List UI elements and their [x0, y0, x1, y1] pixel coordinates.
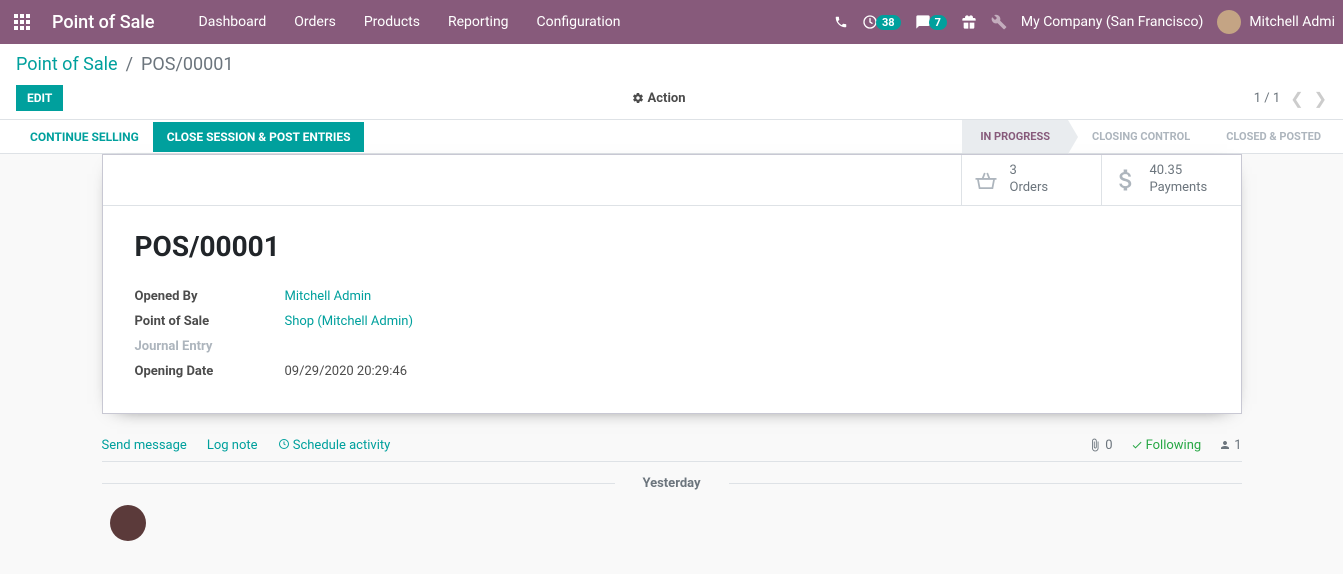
stat-orders-count: 3: [1010, 163, 1049, 180]
chatter: Send message Log note Schedule activity …: [102, 414, 1242, 555]
nav-item-orders[interactable]: Orders: [282, 8, 348, 36]
breadcrumb: Point of Sale / POS/00001: [16, 54, 233, 75]
user-name: Mitchell Admi: [1249, 14, 1335, 30]
field-group: Opened By Mitchell Admin Point of Sale S…: [135, 287, 1209, 381]
nav-item-dashboard[interactable]: Dashboard: [187, 8, 279, 36]
stat-orders-label: Orders: [1010, 180, 1049, 197]
stat-row: 3 Orders 40.35 Payments: [103, 155, 1241, 206]
action-dropdown[interactable]: Action: [632, 91, 686, 106]
gift-icon[interactable]: [961, 14, 977, 30]
value-point-of-sale[interactable]: Shop (Mitchell Admin): [285, 312, 414, 331]
status-steps: In Progress Closing Control Closed & Pos…: [962, 120, 1339, 153]
basket-icon: [972, 166, 1000, 194]
nav-item-reporting[interactable]: Reporting: [436, 8, 521, 36]
nav-item-configuration[interactable]: Configuration: [525, 8, 633, 36]
value-opened-by[interactable]: Mitchell Admin: [285, 287, 372, 306]
nav-menu: Dashboard Orders Products Reporting Conf…: [187, 8, 633, 36]
user-menu[interactable]: Mitchell Admi: [1217, 10, 1335, 34]
pager-prev[interactable]: ❮: [1290, 89, 1303, 108]
schedule-activity-label: Schedule activity: [293, 438, 391, 453]
action-label: Action: [648, 91, 686, 106]
stat-payments-amount: 40.35: [1150, 163, 1208, 180]
check-icon: [1131, 439, 1143, 451]
label-point-of-sale: Point of Sale: [135, 312, 285, 331]
value-opening-date: 09/29/2020 20:29:46: [285, 362, 408, 381]
edit-button[interactable]: Edit: [16, 85, 63, 111]
record-title: POS/00001: [135, 230, 1209, 263]
brand[interactable]: Point of Sale: [52, 12, 155, 33]
clock-icon: [278, 438, 290, 450]
control-panel: Point of Sale / POS/00001 Edit Action 1 …: [0, 44, 1343, 120]
pager-value[interactable]: 1 / 1: [1254, 91, 1280, 106]
activity-badge: 38: [876, 15, 901, 30]
pager-next[interactable]: ❯: [1314, 89, 1327, 108]
following-label: Following: [1146, 438, 1202, 453]
stat-orders[interactable]: 3 Orders: [961, 155, 1101, 205]
label-opening-date: Opening Date: [135, 362, 285, 381]
schedule-activity-button[interactable]: Schedule activity: [278, 438, 391, 453]
send-message-button[interactable]: Send message: [102, 438, 187, 453]
company-selector[interactable]: My Company (San Francisco): [1021, 14, 1203, 30]
tools-icon[interactable]: [991, 14, 1007, 30]
pager: 1 / 1 ❮ ❯: [1254, 89, 1327, 108]
person-icon: [1219, 439, 1231, 451]
follower-count: 1: [1234, 438, 1241, 453]
continue-selling-button[interactable]: Continue Selling: [16, 122, 153, 152]
apps-icon[interactable]: [8, 8, 36, 36]
nav-right: 38 7 My Company (San Francisco) Mitchell…: [834, 10, 1335, 34]
avatar: [1217, 10, 1241, 34]
following-button[interactable]: Following: [1131, 438, 1202, 453]
status-bar: Continue Selling Close Session & Post En…: [0, 120, 1343, 154]
attachment-button[interactable]: 0: [1088, 438, 1112, 453]
breadcrumb-current: POS/00001: [141, 54, 233, 75]
stat-payments-label: Payments: [1150, 180, 1208, 197]
label-journal-entry: Journal Entry: [135, 337, 285, 356]
followers-button[interactable]: 1: [1219, 438, 1241, 453]
status-closing-control[interactable]: Closing Control: [1068, 120, 1208, 153]
paperclip-icon: [1088, 438, 1102, 452]
messages-badge: 7: [929, 15, 947, 30]
gear-icon: [632, 92, 644, 104]
close-session-button[interactable]: Close Session & Post Entries: [153, 122, 365, 152]
messages-icon[interactable]: 7: [915, 14, 947, 30]
form-sheet: 3 Orders 40.35 Payments POS/00001 Opened…: [102, 154, 1242, 414]
breadcrumb-root[interactable]: Point of Sale: [16, 54, 118, 75]
date-separator: Yesterday: [102, 476, 1242, 491]
breadcrumb-sep: /: [126, 54, 133, 75]
message-item: [102, 491, 1242, 555]
status-in-progress[interactable]: In Progress: [962, 120, 1068, 153]
label-opened-by: Opened By: [135, 287, 285, 306]
attachment-count: 0: [1105, 438, 1112, 453]
stat-payments[interactable]: 40.35 Payments: [1101, 155, 1241, 205]
dollar-icon: [1112, 166, 1140, 194]
log-note-button[interactable]: Log note: [207, 438, 258, 453]
phone-icon[interactable]: [834, 15, 848, 29]
top-nav: Point of Sale Dashboard Orders Products …: [0, 0, 1343, 44]
nav-item-products[interactable]: Products: [352, 8, 432, 36]
message-avatar: [110, 505, 146, 541]
status-closed-posted[interactable]: Closed & Posted: [1208, 120, 1339, 153]
activity-icon[interactable]: 38: [862, 14, 901, 30]
